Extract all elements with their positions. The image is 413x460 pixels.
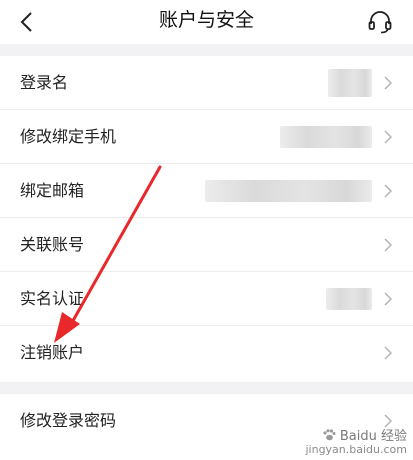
row-label: 修改登录密码 [20, 411, 117, 430]
row-real-name-verification[interactable]: 实名认证 [0, 272, 413, 326]
chevron-right-icon [384, 130, 393, 144]
row-cancel-account[interactable]: 注销账户 [0, 326, 413, 380]
row-label: 绑定邮箱 [20, 181, 85, 200]
headset-icon[interactable] [365, 7, 395, 37]
row-linked-accounts[interactable]: 关联账号 [0, 218, 413, 272]
blurred-value [328, 69, 372, 97]
watermark-sub: jingyan.baidu.com [305, 443, 407, 456]
chevron-right-icon [384, 76, 393, 90]
chevron-right-icon [384, 238, 393, 252]
row-login-name[interactable]: 登录名 [0, 56, 413, 110]
watermark: Baidu 经验 jingyan.baidu.com [305, 428, 407, 456]
watermark-main: Baidu 经验 [339, 429, 407, 444]
blurred-value [205, 180, 372, 202]
row-label: 注销账户 [20, 343, 85, 362]
row-label: 修改绑定手机 [20, 127, 117, 146]
paw-icon [323, 429, 336, 441]
row-change-phone[interactable]: 修改绑定手机 [0, 110, 413, 164]
account-settings-list: 登录名 修改绑定手机 绑定邮箱 关联账号 实名认证 注销账户 [0, 56, 413, 382]
chevron-right-icon [384, 292, 393, 306]
row-bind-email[interactable]: 绑定邮箱 [0, 164, 413, 218]
chevron-right-icon [384, 346, 393, 360]
chevron-right-icon [384, 414, 393, 428]
row-label: 登录名 [20, 73, 69, 92]
page-title: 账户与安全 [158, 9, 254, 31]
chevron-right-icon [384, 184, 393, 198]
blurred-value [280, 126, 372, 148]
blurred-value [326, 288, 372, 310]
row-label: 实名认证 [20, 289, 85, 308]
row-label: 关联账号 [20, 235, 85, 254]
top-bar: 账户与安全 [0, 0, 413, 44]
